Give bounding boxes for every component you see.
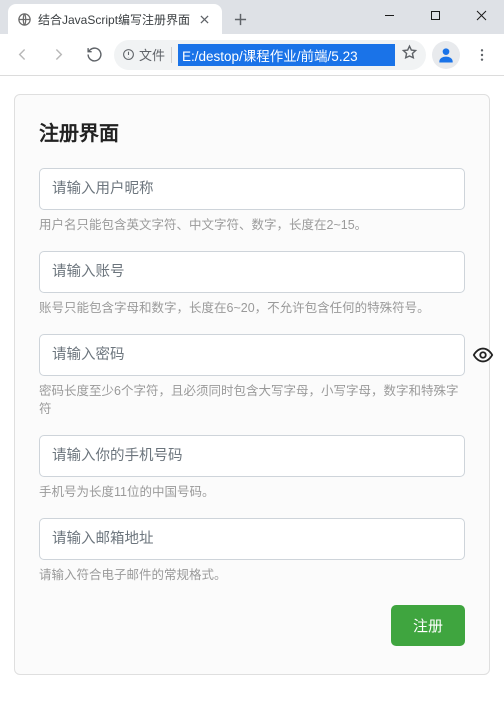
submit-row: 注册: [39, 605, 465, 646]
email-input[interactable]: [39, 518, 465, 560]
eye-icon[interactable]: [471, 343, 495, 367]
register-card: 注册界面 用户名只能包含英文字符、中文字符、数字，长度在2~15。 账号只能包含…: [14, 94, 490, 675]
account-hint: 账号只能包含字母和数字，长度在6~20，不允许包含任何的特殊符号。: [39, 299, 465, 318]
page-title: 注册界面: [39, 117, 465, 146]
minimize-button[interactable]: [366, 0, 412, 30]
back-button[interactable]: [6, 39, 38, 71]
window-controls: [366, 0, 504, 34]
new-tab-button[interactable]: [226, 5, 254, 33]
email-field: 请输入符合电子邮件的常规格式。: [39, 518, 465, 585]
viewport: 注册界面 用户名只能包含英文字符、中文字符、数字，长度在2~15。 账号只能包含…: [0, 76, 504, 713]
close-window-button[interactable]: [458, 0, 504, 30]
password-hint: 密码长度至少6个字符，且必须同时包含大写字母，小写字母，数字和特殊字符: [39, 382, 465, 420]
nickname-input[interactable]: [39, 168, 465, 210]
browser-toolbar: 文件 E:/destop/课程作业/前端/5.23: [0, 34, 504, 76]
browser-tab[interactable]: 结合JavaScript编写注册界面: [8, 4, 222, 34]
address-url: E:/destop/课程作业/前端/5.23: [178, 44, 395, 66]
bookmark-star-icon[interactable]: [401, 44, 418, 66]
password-input[interactable]: [39, 334, 465, 376]
reload-button[interactable]: [78, 39, 110, 71]
phone-hint: 手机号为长度11位的中国号码。: [39, 483, 465, 502]
account-input[interactable]: [39, 251, 465, 293]
close-icon[interactable]: [196, 11, 212, 27]
forward-button[interactable]: [42, 39, 74, 71]
kebab-menu-icon[interactable]: [466, 39, 498, 71]
address-separator: [171, 47, 172, 63]
register-button[interactable]: 注册: [391, 605, 465, 646]
password-field: 密码长度至少6个字符，且必须同时包含大写字母，小写字母，数字和特殊字符: [39, 334, 465, 420]
tab-title: 结合JavaScript编写注册界面: [38, 11, 190, 28]
address-bar[interactable]: 文件 E:/destop/课程作业/前端/5.23: [114, 40, 426, 70]
phone-input[interactable]: [39, 435, 465, 477]
account-field: 账号只能包含字母和数字，长度在6~20，不允许包含任何的特殊符号。: [39, 251, 465, 318]
file-scheme-label: 文件: [122, 45, 165, 64]
nickname-hint: 用户名只能包含英文字符、中文字符、数字，长度在2~15。: [39, 216, 465, 235]
email-hint: 请输入符合电子邮件的常规格式。: [39, 566, 465, 585]
address-scheme-text: 文件: [139, 45, 165, 64]
browser-titlebar: 结合JavaScript编写注册界面: [0, 0, 504, 34]
profile-avatar[interactable]: [432, 41, 460, 69]
phone-field: 手机号为长度11位的中国号码。: [39, 435, 465, 502]
maximize-button[interactable]: [412, 0, 458, 30]
nickname-field: 用户名只能包含英文字符、中文字符、数字，长度在2~15。: [39, 168, 465, 235]
globe-icon: [16, 11, 32, 27]
